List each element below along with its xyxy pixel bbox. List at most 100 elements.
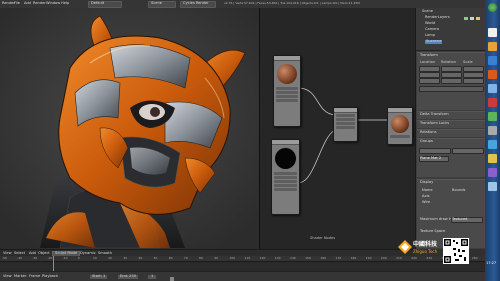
- material-output-node[interactable]: [387, 107, 413, 145]
- ruler-tick-label: -40: [17, 256, 23, 260]
- outliner-item[interactable]: Scene: [422, 9, 433, 14]
- browser-icon[interactable]: [488, 84, 497, 93]
- menu-render-2[interactable]: Render: [33, 1, 46, 6]
- ruler-tick-label: 200: [380, 256, 387, 260]
- delta-transform-panel[interactable]: Delta Transform: [417, 111, 485, 119]
- watermark-title: 中國科技: [413, 241, 438, 248]
- ruler-tick-label: -50: [2, 256, 7, 260]
- groups-panel: Groups Plane Mat 2: [417, 138, 485, 177]
- outliner[interactable]: Scene RenderLayers World Camera Lamp Suz…: [416, 8, 486, 51]
- tl-menu-frame[interactable]: Frame: [29, 274, 40, 279]
- app-icon[interactable]: [488, 182, 497, 191]
- outliner-item[interactable]: Camera: [425, 27, 439, 32]
- ruler-tick-label: 20: [108, 256, 112, 260]
- ruler-tick-label: 190: [365, 256, 372, 260]
- ruler-tick-label: -30: [32, 256, 38, 260]
- ruler-tick-label: 60: [168, 256, 173, 260]
- rotation-mode-select[interactable]: [419, 86, 484, 92]
- display-option[interactable]: Name: [422, 188, 433, 193]
- select-icon[interactable]: [470, 17, 474, 20]
- menu-add[interactable]: Add: [24, 1, 31, 6]
- app-icon[interactable]: [488, 154, 497, 163]
- tl-menu-marker[interactable]: Marker: [14, 274, 26, 279]
- display-option[interactable]: Wire: [422, 200, 430, 205]
- scene-stats: v2.76 | Verts:57,642 | Faces:53,654 | Tr…: [224, 1, 360, 5]
- start-frame-field[interactable]: Start: 1: [90, 274, 108, 279]
- app-icon[interactable]: [488, 112, 497, 121]
- ruler-tick-label: 160: [320, 256, 327, 260]
- group-parent-field[interactable]: [452, 148, 484, 154]
- tl-menu-playback[interactable]: Playback: [42, 274, 58, 279]
- 3d-viewport[interactable]: Persp Time:00:01:21 | Remaining:00:00:00…: [0, 8, 259, 249]
- group-field[interactable]: [419, 148, 451, 154]
- app-icon[interactable]: [488, 126, 497, 135]
- logo-mark-icon: [398, 240, 412, 254]
- ruler-tick-label: 40: [138, 256, 143, 260]
- field-label: Location: [420, 60, 436, 64]
- menu-window[interactable]: Window: [46, 1, 60, 6]
- mask-preview-sphere: [275, 148, 296, 169]
- scale-z-field[interactable]: [463, 78, 484, 84]
- mix-shader-node[interactable]: [333, 107, 358, 142]
- system-clock[interactable]: 17:27: [486, 261, 496, 266]
- layout-select[interactable]: Default: [88, 1, 122, 8]
- outliner-item[interactable]: RenderLayers: [425, 15, 450, 20]
- app-icon[interactable]: [488, 56, 497, 65]
- qr-code: [443, 238, 469, 264]
- start-button-icon[interactable]: [488, 3, 497, 12]
- ruler-tick-label: 10: [92, 256, 97, 260]
- outliner-item[interactable]: World: [425, 21, 435, 26]
- os-taskbar: 17:27: [485, 0, 500, 281]
- node-editor[interactable]: Shader Nodes: [259, 8, 416, 249]
- ruler-tick-label: 70: [183, 256, 188, 260]
- ruler-tick-label: 80: [199, 256, 203, 260]
- playhead[interactable]: [53, 256, 54, 271]
- display-option[interactable]: Bounds: [452, 188, 465, 193]
- menu-file[interactable]: File: [14, 1, 20, 6]
- app-icon[interactable]: [488, 98, 497, 107]
- panel-title[interactable]: Transform: [420, 53, 438, 58]
- end-frame-field[interactable]: End: 250: [118, 274, 139, 279]
- blender-icon[interactable]: [488, 70, 497, 79]
- display-option[interactable]: Axis: [422, 194, 429, 199]
- render-icon[interactable]: [476, 17, 480, 20]
- ruler-tick-label: 100: [229, 256, 236, 260]
- outliner-item[interactable]: Lamp: [425, 33, 435, 38]
- material-pick[interactable]: Plane Mat 2: [419, 156, 449, 162]
- visibility-icon[interactable]: [464, 17, 468, 20]
- playback-buttons[interactable]: [170, 274, 200, 281]
- app-icon[interactable]: [488, 28, 497, 37]
- ruler-tick-label: 90: [214, 256, 219, 260]
- render-engine-select[interactable]: Cycles Render: [180, 1, 216, 8]
- rotation-z-field[interactable]: [441, 78, 462, 84]
- mask-texture-node[interactable]: [271, 139, 300, 215]
- relations-panel[interactable]: Relations: [417, 129, 485, 137]
- scene-select[interactable]: Scene: [148, 1, 176, 8]
- outliner-item-selected[interactable]: Suzanne: [425, 39, 443, 44]
- menu-render[interactable]: Render: [2, 1, 15, 6]
- panel-title[interactable]: Groups: [420, 139, 433, 144]
- current-frame-field[interactable]: 1: [148, 274, 157, 279]
- properties-panel: Scene RenderLayers World Camera Lamp Suz…: [415, 8, 486, 249]
- ruler-tick-label: -10: [62, 256, 68, 260]
- app-icon[interactable]: [488, 140, 497, 149]
- ruler-tick-label: 150: [305, 256, 311, 260]
- location-z-field[interactable]: [419, 78, 440, 84]
- field-label: Scale: [463, 60, 473, 64]
- ruler-tick-label: 0: [77, 256, 80, 260]
- ruler-tick-label: 110: [244, 256, 251, 260]
- panel-title: Transform Locks: [420, 121, 450, 125]
- draw-type-select[interactable]: Textured: [451, 217, 483, 223]
- material-preview-sphere: [277, 64, 297, 84]
- tl-menu-view[interactable]: View: [3, 274, 12, 279]
- folder-icon[interactable]: [488, 42, 497, 51]
- ruler-tick-label: 180: [350, 256, 357, 260]
- app-icon[interactable]: [488, 168, 497, 177]
- image-texture-node[interactable]: [273, 55, 301, 127]
- panel-title[interactable]: Display: [420, 180, 433, 185]
- jump-end-icon[interactable]: [170, 277, 174, 281]
- menu-help[interactable]: Help: [61, 1, 69, 6]
- field-label: Rotation: [441, 60, 457, 64]
- blender-window: Render File Add Render Window Help Defau…: [0, 0, 500, 281]
- transform-locks-panel[interactable]: Transform Locks: [417, 120, 485, 128]
